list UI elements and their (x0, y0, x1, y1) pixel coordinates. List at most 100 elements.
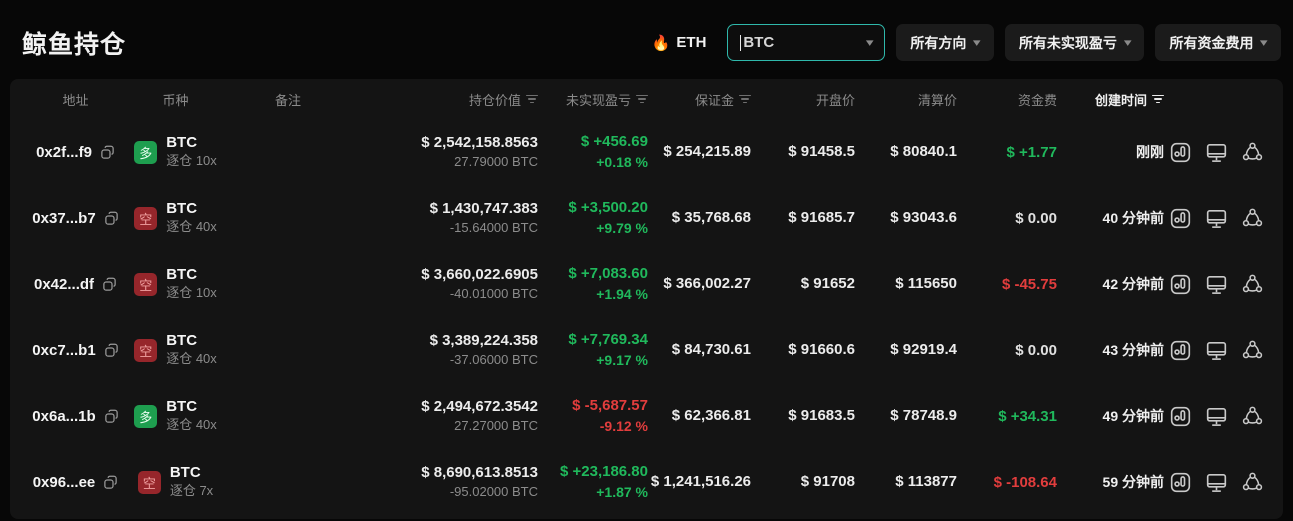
address-link[interactable]: 0x6a...1b (32, 408, 95, 425)
copy-icon[interactable] (102, 277, 117, 292)
coin-name: BTC (166, 199, 198, 217)
position-value-usd: $ 2,542,158.8563 (421, 133, 538, 151)
monitor-icon[interactable] (1205, 405, 1228, 428)
address-link[interactable]: 0xc7...b1 (32, 342, 95, 359)
header-note-label: 备注 (274, 92, 301, 108)
monitor-icon[interactable] (1205, 207, 1228, 230)
copy-icon[interactable] (104, 409, 119, 424)
created-time: 59 分钟前 (1102, 474, 1164, 490)
position-value-usd: $ 3,389,224.358 (429, 331, 538, 349)
created-time: 43 分钟前 (1102, 342, 1164, 358)
sort-icon[interactable] (739, 94, 751, 104)
header-coin: 币种 (123, 90, 228, 109)
monitor-icon[interactable] (1205, 339, 1228, 362)
table-row: 0x96...ee 空 BTC 逐仓 7x $ 8,690,613.8513 -… (28, 449, 1265, 515)
created-time: 刚刚 (1136, 144, 1164, 160)
header-position-value[interactable]: 持仓价值 (348, 90, 538, 109)
funding-filter-button[interactable]: 所有资金费用 ▾ (1155, 24, 1281, 61)
header-liquidation-price-label: 清算价 (917, 92, 957, 108)
header-open-price-label: 开盘价 (815, 92, 855, 108)
position-amount-btc: 27.79000 BTC (454, 154, 538, 170)
funding-fee: $ -108.64 (993, 473, 1057, 491)
header-funding-fee-label: 资金费 (1017, 92, 1057, 108)
share-network-icon[interactable] (1241, 273, 1264, 296)
header-note: 备注 (228, 90, 348, 109)
funding-fee: $ 0.00 (1015, 341, 1057, 359)
table-body: 0x2f...f9 多 BTC 逐仓 10x $ 2,542,158.8563 … (28, 119, 1265, 515)
unrealized-pnl-usd: $ -5,687.57 (572, 397, 648, 415)
address-link[interactable]: 0x42...df (34, 276, 94, 293)
analysis-chart-icon[interactable] (1169, 405, 1192, 428)
position-value-usd: $ 1,430,747.383 (429, 199, 538, 217)
funding-fee: $ 0.00 (1015, 209, 1057, 227)
unrealized-pnl-usd: $ +23,186.80 (559, 463, 648, 481)
margin-value: $ 366,002.27 (663, 274, 751, 292)
open-price: $ 91708 (800, 472, 855, 490)
copy-icon[interactable] (103, 475, 118, 490)
monitor-icon[interactable] (1205, 273, 1228, 296)
chevron-down-icon: ▾ (973, 37, 982, 49)
share-network-icon[interactable] (1241, 339, 1264, 362)
monitor-icon[interactable] (1205, 471, 1228, 494)
unrealized-pnl-percent: +1.94 % (596, 285, 648, 302)
header-unrealized-pnl[interactable]: 未实现盈亏 (538, 90, 648, 109)
unrealized-pnl-usd: $ +7,083.60 (568, 265, 648, 283)
sort-icon[interactable] (636, 94, 648, 104)
margin-mode-leverage: 逐仓 40x (166, 417, 217, 433)
copy-icon[interactable] (104, 343, 119, 358)
copy-icon[interactable] (100, 145, 115, 160)
address-link[interactable]: 0x96...ee (33, 474, 96, 491)
filter-controls: 🔥 ETH BTC ▾ 所有方向 ▾ 所有未实现盈亏 ▾ 所有资金费用 ▾ (652, 24, 1281, 61)
coin-name: BTC (166, 265, 198, 283)
side-badge: 空 (134, 206, 158, 230)
position-value-usd: $ 3,660,022.6905 (421, 265, 538, 283)
position-amount-btc: -95.02000 BTC (449, 484, 538, 500)
hot-coin-label: ETH (676, 34, 707, 51)
margin-mode-leverage: 逐仓 10x (166, 285, 217, 301)
header-address-label: 地址 (62, 92, 89, 108)
analysis-chart-icon[interactable] (1169, 339, 1192, 362)
chevron-down-icon: ▾ (865, 37, 874, 49)
address-link[interactable]: 0x2f...f9 (36, 144, 92, 161)
direction-filter-button[interactable]: 所有方向 ▾ (896, 24, 994, 61)
margin-value: $ 62,366.81 (671, 406, 751, 424)
unrealized-pnl-percent: +9.79 % (596, 219, 648, 236)
analysis-chart-icon[interactable] (1169, 471, 1192, 494)
share-network-icon[interactable] (1241, 471, 1264, 494)
created-time: 42 分钟前 (1102, 276, 1164, 292)
copy-icon[interactable] (104, 211, 119, 226)
side-badge: 多 (134, 404, 158, 428)
analysis-chart-icon[interactable] (1169, 273, 1192, 296)
funding-filter-label: 所有资金费用 (1169, 34, 1254, 51)
created-time: 40 分钟前 (1102, 210, 1164, 226)
coin-name: BTC (169, 463, 201, 481)
created-time: 49 分钟前 (1102, 408, 1164, 424)
margin-value: $ 84,730.61 (671, 340, 751, 358)
header-created-time[interactable]: 创建时间 (1057, 90, 1164, 109)
address-link[interactable]: 0x37...b7 (32, 210, 95, 227)
table-header-row: 地址 币种 备注 持仓价值 未实现盈亏 保证金 开盘价 清算价 资金费 创建时间 (28, 79, 1265, 119)
position-value-usd: $ 2,494,672.3542 (421, 397, 538, 415)
side-badge: 多 (134, 140, 158, 164)
monitor-icon[interactable] (1205, 141, 1228, 164)
coin-name: BTC (166, 133, 198, 151)
liquidation-price: $ 78748.9 (890, 406, 957, 424)
header-margin[interactable]: 保证金 (648, 90, 751, 109)
funding-fee: $ -45.75 (1001, 275, 1057, 293)
liquidation-price: $ 115650 (895, 274, 957, 292)
flame-icon: 🔥 (651, 34, 671, 52)
sort-icon[interactable] (526, 94, 538, 104)
coin-select[interactable]: BTC ▾ (727, 24, 886, 61)
share-network-icon[interactable] (1241, 207, 1264, 230)
analysis-chart-icon[interactable] (1169, 141, 1192, 164)
pnl-filter-label: 所有未实现盈亏 (1018, 34, 1117, 51)
funding-fee: $ +34.31 (998, 407, 1057, 425)
margin-value: $ 254,215.89 (663, 142, 751, 160)
sort-icon[interactable] (1152, 94, 1164, 104)
analysis-chart-icon[interactable] (1169, 207, 1192, 230)
margin-value: $ 35,768.68 (671, 208, 751, 226)
header-created-time-label: 创建时间 (1094, 92, 1147, 108)
share-network-icon[interactable] (1241, 405, 1264, 428)
pnl-filter-button[interactable]: 所有未实现盈亏 ▾ (1004, 24, 1145, 61)
share-network-icon[interactable] (1241, 141, 1264, 164)
